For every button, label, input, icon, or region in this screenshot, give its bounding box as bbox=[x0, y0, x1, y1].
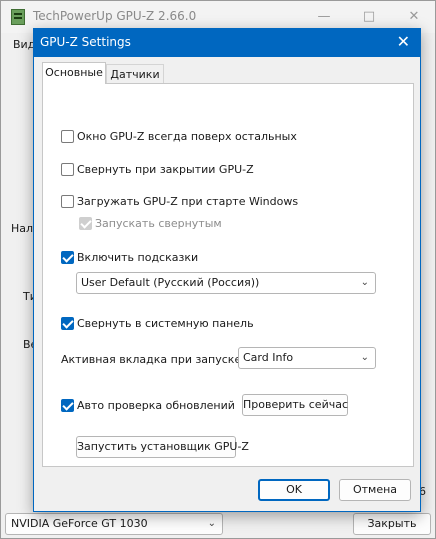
enable-tooltips-checkbox[interactable] bbox=[61, 250, 74, 264]
minimize-to-tray-checkbox[interactable] bbox=[61, 316, 74, 330]
auto-update-checkbox[interactable] bbox=[61, 398, 74, 412]
minimize-icon[interactable]: — bbox=[314, 7, 334, 27]
load-at-startup-option[interactable]: Загружать GPU-Z при старте Windows bbox=[61, 193, 298, 209]
auto-update-label: Авто проверка обновлений bbox=[77, 398, 235, 412]
maximize-icon[interactable]: □ bbox=[359, 7, 379, 27]
main-window-title: TechPowerUp GPU-Z 2.66.0 bbox=[33, 9, 197, 23]
enable-tooltips-label: Включить подсказки bbox=[77, 250, 199, 264]
minimize-on-close-label: Свернуть при закрытии GPU-Z bbox=[77, 162, 254, 176]
chevron-down-icon: ⌄ bbox=[360, 352, 369, 363]
always-on-top-label: Окно GPU-Z всегда поверх остальных bbox=[77, 129, 297, 143]
auto-update-option[interactable]: Авто проверка обновлений bbox=[61, 397, 235, 413]
load-at-startup-checkbox[interactable] bbox=[61, 194, 74, 208]
close-icon[interactable]: ✕ bbox=[404, 7, 424, 27]
chevron-down-icon: ⌄ bbox=[360, 277, 369, 288]
language-select-value: User Default (Русский (Россия)) bbox=[81, 276, 260, 289]
enable-tooltips-option[interactable]: Включить подсказки bbox=[61, 249, 198, 265]
dialog-title: GPU-Z Settings bbox=[40, 35, 131, 49]
startup-tab-label: Активная вкладка при запуске: bbox=[61, 353, 245, 366]
start-minimized-option: Запускать свернутым bbox=[79, 215, 222, 231]
startup-tab-select[interactable]: Card Info ⌄ bbox=[238, 347, 376, 369]
minimize-to-tray-label: Свернуть в системную панель bbox=[77, 316, 254, 330]
minimize-on-close-option[interactable]: Свернуть при закрытии GPU-Z bbox=[61, 161, 254, 177]
tab-sensors[interactable]: Датчики bbox=[106, 64, 164, 84]
check-now-button[interactable]: Проверить сейчас bbox=[242, 394, 348, 416]
run-installer-button[interactable]: Запустить установщик GPU-Z bbox=[76, 436, 249, 458]
language-select[interactable]: User Default (Русский (Россия)) ⌄ bbox=[76, 272, 376, 294]
load-at-startup-label: Загружать GPU-Z при старте Windows bbox=[77, 194, 299, 208]
startup-tab-select-value: Card Info bbox=[243, 351, 294, 364]
settings-dialog: GPU-Z Settings ✕ Основные Датчики Окно G… bbox=[33, 28, 421, 512]
cancel-button[interactable]: Отмена bbox=[339, 479, 411, 501]
start-minimized-checkbox bbox=[79, 216, 92, 230]
minimize-on-close-checkbox[interactable] bbox=[61, 162, 74, 176]
gpu-select-value: NVIDIA GeForce GT 1030 bbox=[11, 517, 148, 530]
always-on-top-checkbox[interactable] bbox=[61, 129, 74, 143]
start-minimized-label: Запускать свернутым bbox=[95, 216, 222, 230]
general-tab-panel: Окно GPU-Z всегда поверх остальных Сверн… bbox=[42, 83, 414, 467]
close-icon[interactable]: ✕ bbox=[397, 33, 410, 51]
minimize-to-tray-option[interactable]: Свернуть в системную панель bbox=[61, 315, 254, 331]
dialog-titlebar: GPU-Z Settings ✕ bbox=[34, 29, 420, 57]
gpu-select[interactable]: NVIDIA GeForce GT 1030 ⌄ bbox=[5, 513, 223, 535]
ok-button[interactable]: OK bbox=[258, 479, 330, 501]
always-on-top-option[interactable]: Окно GPU-Z всегда поверх остальных bbox=[61, 128, 297, 144]
tab-general[interactable]: Основные bbox=[42, 62, 106, 84]
chevron-down-icon: ⌄ bbox=[207, 518, 216, 529]
main-close-button[interactable]: Закрыть bbox=[353, 513, 431, 535]
gpu-z-app-icon bbox=[11, 9, 25, 25]
